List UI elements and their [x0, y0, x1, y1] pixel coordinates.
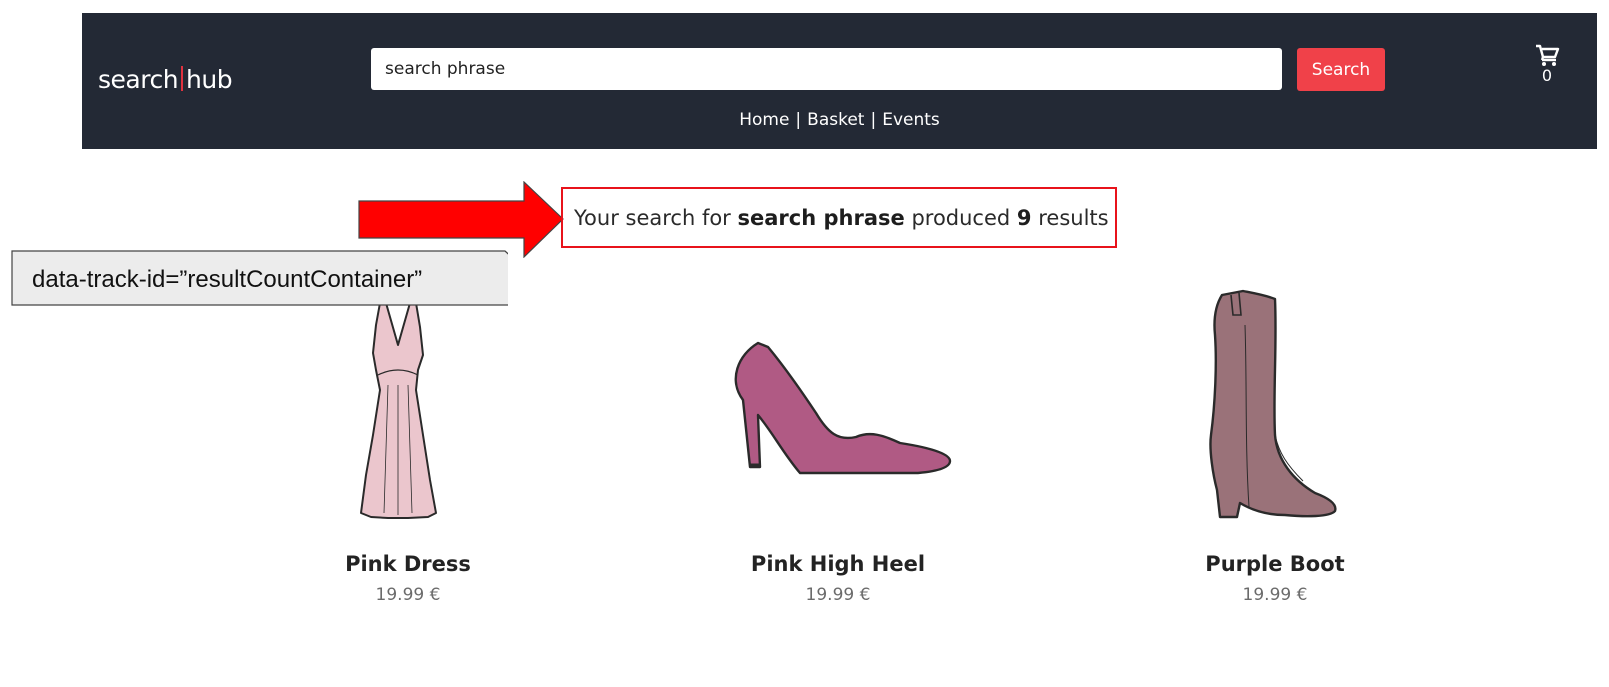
search-input[interactable]: [371, 48, 1282, 90]
annotation-label: data-track-id=”resultCountContainer”: [32, 266, 423, 293]
logo-text-search: search: [98, 65, 179, 94]
pink-dress-image: [360, 302, 437, 519]
pink-high-heel-image: [734, 341, 952, 475]
cart-count: 0: [1541, 66, 1553, 85]
nav-link-basket[interactable]: Basket: [807, 110, 864, 130]
searchhub-logo[interactable]: search hub: [98, 65, 233, 95]
cart-icon: [1536, 44, 1560, 66]
result-prefix: Your search for: [574, 205, 731, 230]
page: searchhub Search Home|Basket|Events 0 Yo…: [0, 0, 1609, 687]
search-button[interactable]: Search: [1297, 48, 1385, 91]
product-name[interactable]: Purple Boot: [1125, 552, 1425, 576]
product-card[interactable]: Pink Dress 19.99 €: [258, 285, 558, 615]
cart-button[interactable]: 0: [1530, 43, 1564, 85]
nav-link-events[interactable]: Events: [882, 110, 940, 130]
main-nav: Home | Basket | Events: [82, 108, 1597, 132]
result-suffix: results: [1038, 205, 1109, 230]
product-name[interactable]: Pink Dress: [258, 552, 558, 576]
nav-link-home[interactable]: Home: [739, 110, 789, 130]
logo-text-hub: hub: [186, 65, 233, 94]
purple-boot-image: [1209, 289, 1337, 519]
product-card[interactable]: Purple Boot 19.99 €: [1125, 285, 1425, 615]
product-name[interactable]: Pink High Heel: [688, 552, 988, 576]
annotation-arrow-icon: [358, 181, 564, 258]
result-query: search phrase: [737, 205, 905, 230]
product-price: 19.99 €: [805, 585, 871, 605]
product-price: 19.99 €: [375, 585, 441, 605]
result-count: 9: [1016, 205, 1032, 230]
site-header: searchhub Search Home|Basket|Events 0: [82, 13, 1597, 149]
product-price: 19.99 €: [1242, 585, 1308, 605]
logo-separator: [181, 66, 184, 91]
nav-separator: |: [870, 110, 877, 130]
product-card[interactable]: Pink High Heel 19.99 €: [688, 285, 988, 615]
result-count-container: Your search for search phrase produced 9…: [561, 187, 1117, 248]
result-middle: produced: [911, 205, 1011, 230]
nav-separator: |: [795, 110, 802, 130]
